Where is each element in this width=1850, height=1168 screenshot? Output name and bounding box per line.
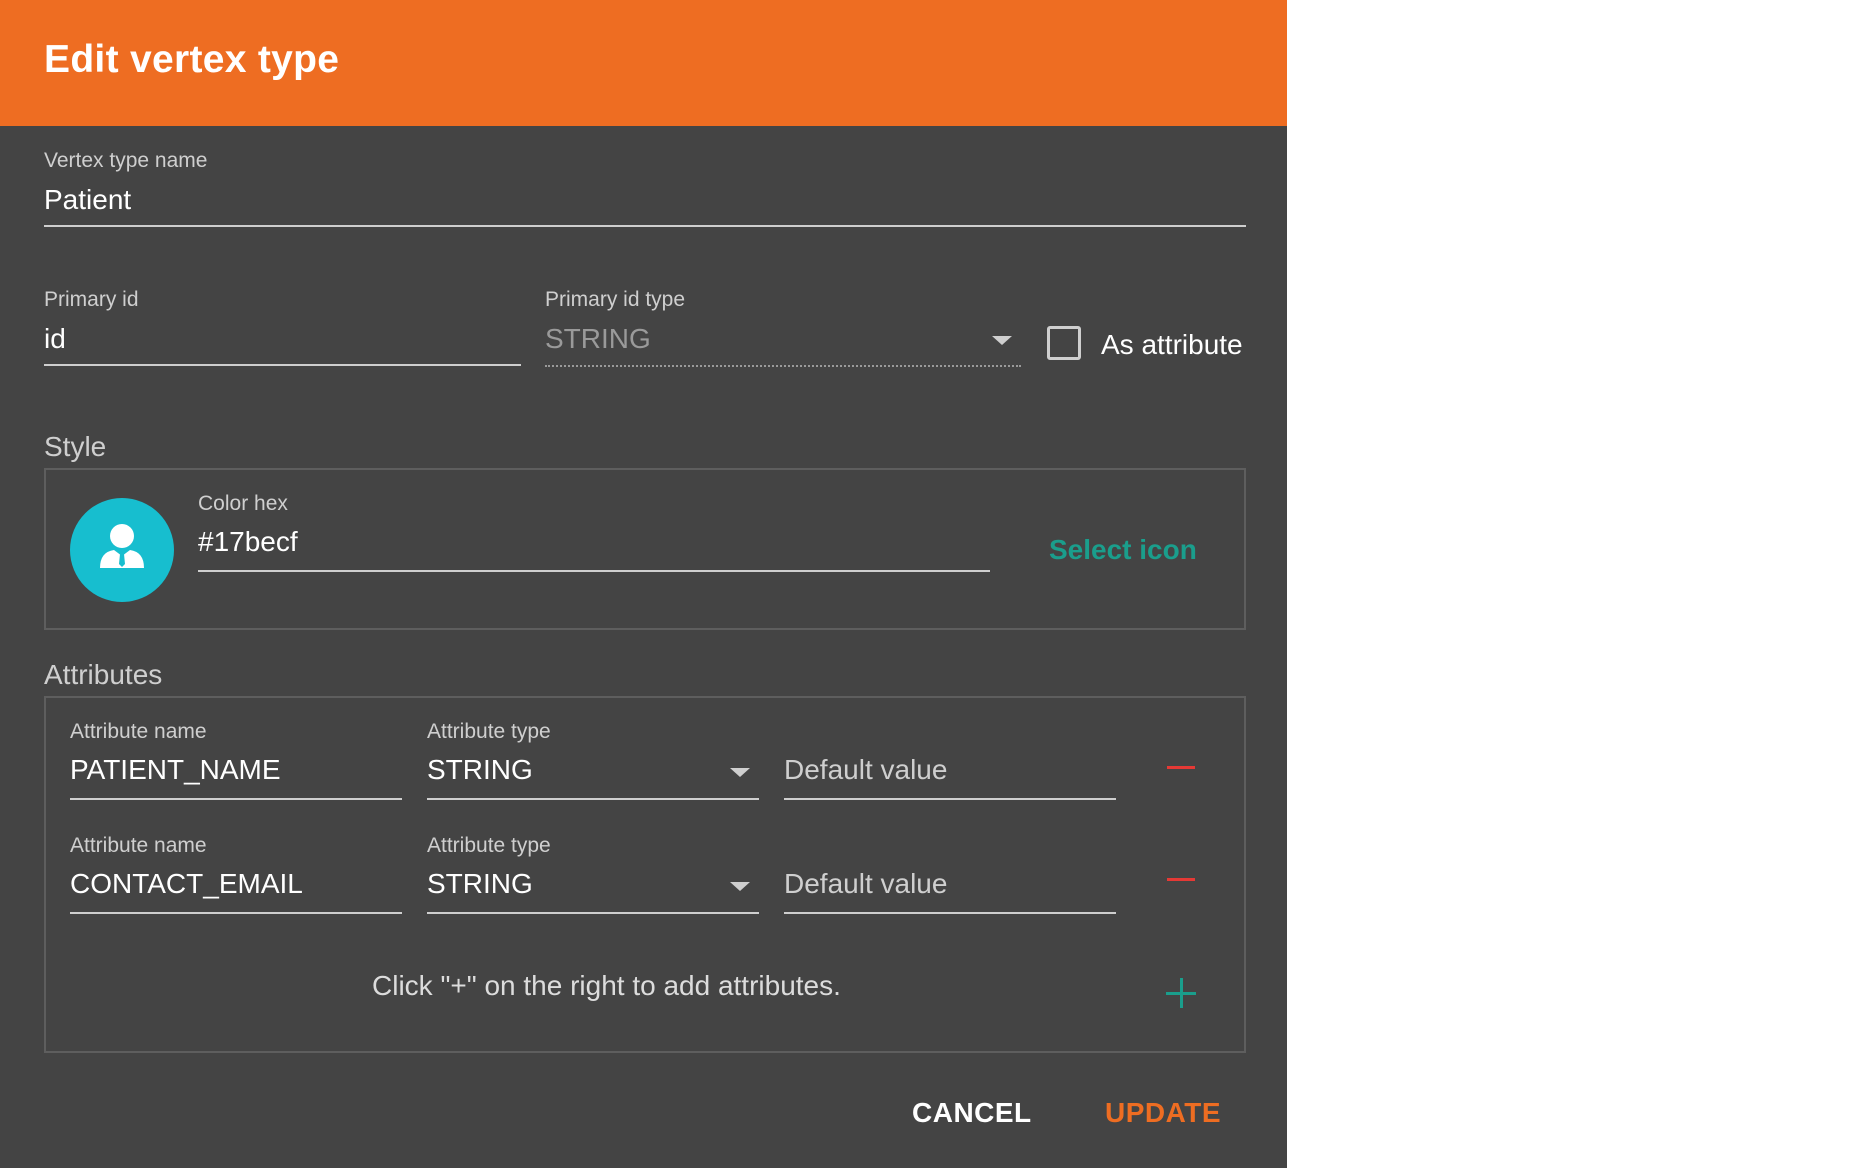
attribute-name-underline (70, 798, 402, 800)
color-hex-input[interactable]: #17becf (198, 526, 298, 558)
attributes-section-title: Attributes (44, 659, 163, 690)
cancel-button[interactable]: CANCEL (912, 1097, 1032, 1129)
color-hex-underline (198, 570, 990, 572)
dialog-header: Edit vertex type (0, 0, 1287, 126)
attribute-type-select[interactable]: STRING (427, 868, 533, 900)
primary-id-type-underline (545, 365, 1021, 367)
attribute-name-label: Attribute name (70, 720, 207, 743)
style-section-title: Style (44, 431, 107, 462)
attribute-type-underline (427, 912, 759, 914)
primary-id-underline (44, 364, 521, 366)
default-value-input[interactable]: Default value (784, 868, 947, 900)
edit-vertex-type-dialog: Edit vertex type Vertex type name Patien… (0, 0, 1287, 1168)
primary-id-label: Primary id (44, 288, 139, 311)
default-value-underline (784, 798, 1116, 800)
default-value-input[interactable]: Default value (784, 754, 947, 786)
as-attribute-label: As attribute (1101, 329, 1243, 360)
chevron-down-icon (730, 768, 750, 777)
select-icon-button[interactable]: Select icon (1049, 534, 1197, 566)
as-attribute-checkbox[interactable] (1047, 326, 1081, 360)
remove-attribute-button[interactable] (1167, 766, 1195, 769)
attribute-type-label: Attribute type (427, 834, 551, 857)
chevron-down-icon (992, 336, 1012, 345)
vertex-type-name-input[interactable]: Patient (44, 184, 131, 216)
attribute-name-underline (70, 912, 402, 914)
add-attribute-button[interactable] (1166, 978, 1196, 1008)
update-button[interactable]: UPDATE (1105, 1097, 1221, 1129)
attribute-name-input[interactable]: CONTACT_EMAIL (70, 868, 303, 900)
vertex-avatar (70, 498, 174, 602)
person-icon (100, 524, 144, 568)
vertex-type-name-label: Vertex type name (44, 149, 208, 172)
chevron-down-icon (730, 882, 750, 891)
attribute-name-input[interactable]: PATIENT_NAME (70, 754, 281, 786)
color-hex-label: Color hex (198, 492, 288, 515)
primary-id-type-label: Primary id type (545, 288, 686, 311)
attribute-type-label: Attribute type (427, 720, 551, 743)
primary-id-input[interactable]: id (44, 323, 66, 355)
remove-attribute-button[interactable] (1167, 878, 1195, 881)
add-attributes-hint: Click "+" on the right to add attributes… (372, 970, 841, 1001)
default-value-underline (784, 912, 1116, 914)
attributes-panel: Attribute name PATIENT_NAME Attribute ty… (44, 696, 1246, 1053)
attribute-type-underline (427, 798, 759, 800)
vertex-type-name-underline (44, 225, 1246, 227)
primary-id-type-select[interactable]: STRING (545, 323, 651, 355)
attribute-name-label: Attribute name (70, 834, 207, 857)
attribute-type-select[interactable]: STRING (427, 754, 533, 786)
style-panel: Color hex #17becf Select icon (44, 468, 1246, 630)
dialog-title: Edit vertex type (44, 38, 340, 81)
